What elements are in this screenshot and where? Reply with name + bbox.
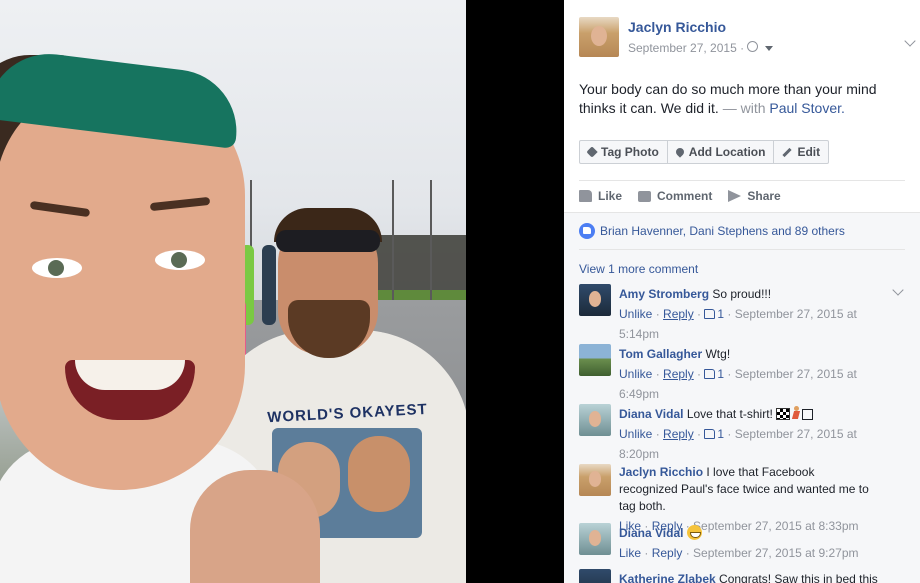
tag-icon <box>586 146 598 158</box>
comment-timestamp[interactable]: September 27, 2015 at 9:27pm <box>693 546 858 560</box>
pencil-icon <box>782 147 793 157</box>
comment-body: Diana Vidal Love that t-shirt! Unlike · … <box>619 404 869 464</box>
thumbs-up-icon <box>704 369 716 379</box>
post-author[interactable]: Jaclyn Ricchio <box>628 19 726 35</box>
likes-summary[interactable]: Brian Havenner, Dani Stephens and 89 oth… <box>579 223 845 239</box>
view-more-comments-link[interactable]: View 1 more comment <box>579 262 698 276</box>
post-caption: Your body can do so much more than your … <box>579 80 899 118</box>
grinning-emoji-icon <box>686 525 702 540</box>
divider <box>579 180 905 181</box>
location-pin-icon <box>674 146 686 158</box>
comment-text: Congrats! Saw this in bed this <box>719 572 878 583</box>
like-label: Like <box>598 189 623 203</box>
likes-summary-text: Brian Havenner, Dani Stephens and 89 oth… <box>600 224 845 238</box>
comment-author[interactable]: Amy Stromberg <box>619 287 709 301</box>
share-arrow-icon <box>728 190 742 202</box>
comment-meta: Unlike · Reply · 1 · September 27, 2015 … <box>619 367 857 401</box>
like-button[interactable]: Like <box>579 187 622 205</box>
reactions-and-comments: Brian Havenner, Dani Stephens and 89 oth… <box>564 212 920 583</box>
add-location-button[interactable]: Add Location <box>668 141 775 163</box>
shirt-face <box>348 436 410 512</box>
runner-emoji-icon <box>790 406 802 420</box>
add-location-label: Add Location <box>688 145 766 159</box>
comment-like-count[interactable]: 1 <box>704 307 724 321</box>
comment-text: Wtg! <box>705 347 731 361</box>
share-button[interactable]: Share <box>728 187 781 205</box>
post-header: Jaclyn Ricchio September 27, 2015 · <box>579 17 916 59</box>
woman-shoulder <box>190 470 320 583</box>
commenter-avatar[interactable] <box>579 404 611 436</box>
tag-photo-button[interactable]: Tag Photo <box>580 141 668 163</box>
comment-text: Love that t-shirt! <box>686 407 773 421</box>
tagged-person-link[interactable]: Paul Stover. <box>769 100 845 116</box>
photo-actions-bar: Tag Photo Add Location Edit <box>579 140 830 164</box>
comment-unlike-link[interactable]: Unlike <box>619 427 652 441</box>
comment-text: So proud!!! <box>712 287 772 301</box>
thumbs-up-icon <box>704 309 716 319</box>
comment-unlike-link[interactable]: Unlike <box>619 307 652 321</box>
comment-like-count[interactable]: 1 <box>704 427 724 441</box>
divider <box>579 249 905 250</box>
comment-timestamp[interactable]: September 27, 2015 at 6:49pm <box>619 367 857 401</box>
photo-pole <box>430 180 432 300</box>
comment-like-count[interactable]: 1 <box>704 367 724 381</box>
man-headband <box>276 230 380 252</box>
comment-body: Amy Stromberg So proud!!! Unlike · Reply… <box>619 284 869 344</box>
tag-photo-label: Tag Photo <box>601 145 659 159</box>
photo-letterbox <box>466 0 564 583</box>
photo-runner <box>262 245 276 325</box>
post-options-chevron-icon[interactable] <box>904 35 916 47</box>
comment-timestamp[interactable]: September 27, 2015 at 5:14pm <box>619 307 857 341</box>
comment-reply-link[interactable]: Reply <box>663 427 694 441</box>
commenter-avatar[interactable] <box>579 284 611 316</box>
share-label: Share <box>747 189 781 203</box>
comment-meta: Unlike · Reply · 1 · September 27, 2015 … <box>619 427 857 461</box>
comment-author[interactable]: Jaclyn Ricchio <box>619 465 703 479</box>
unknown-glyph-box-icon <box>802 409 814 420</box>
comment-author[interactable]: Diana Vidal <box>619 407 683 421</box>
comment-reply-link[interactable]: Reply <box>663 307 694 321</box>
post-side-panel: Jaclyn Ricchio September 27, 2015 · Your… <box>564 0 920 583</box>
comment-author[interactable]: Katherine Zlabek <box>619 572 716 583</box>
comment-bubble-icon <box>638 190 652 202</box>
commenter-avatar[interactable] <box>579 344 611 376</box>
comment-timestamp[interactable]: September 27, 2015 at 8:20pm <box>619 427 857 461</box>
comment-author[interactable]: Diana Vidal <box>619 526 683 540</box>
post-photo[interactable]: WORLD'S OKAYEST <box>0 0 466 583</box>
woman-eye <box>32 258 82 278</box>
comment-like-link[interactable]: Like <box>619 546 641 560</box>
like-reaction-icon <box>579 223 595 239</box>
comment-meta: Unlike · Reply · 1 · September 27, 2015 … <box>619 307 857 341</box>
comment-label: Comment <box>657 189 713 203</box>
thumbs-up-icon <box>579 190 592 202</box>
comment-reply-link[interactable]: Reply <box>652 546 683 560</box>
thumbs-up-icon <box>704 429 716 439</box>
comment-body: Diana Vidal Like · Reply · September 27,… <box>619 523 869 563</box>
privacy-caret-icon[interactable] <box>765 46 773 51</box>
globe-icon[interactable] <box>747 41 758 52</box>
comment-body: Katherine Zlabek Congrats! Saw this in b… <box>619 569 889 583</box>
post-actions: Like Comment Share <box>579 187 797 205</box>
comment-meta: Like · Reply · September 27, 2015 at 9:2… <box>619 546 859 560</box>
comment-unlike-link[interactable]: Unlike <box>619 367 652 381</box>
checkered-flag-emoji-icon <box>776 408 791 420</box>
commenter-avatar[interactable] <box>579 523 611 555</box>
comment-body: Tom Gallagher Wtg! Unlike · Reply · 1 · … <box>619 344 869 404</box>
post-date[interactable]: September 27, 2015 · <box>628 41 744 55</box>
edit-button[interactable]: Edit <box>774 141 828 163</box>
comment-button[interactable]: Comment <box>638 187 712 205</box>
with-label: — with <box>722 100 766 116</box>
comment-author[interactable]: Tom Gallagher <box>619 347 702 361</box>
author-avatar[interactable] <box>579 17 619 57</box>
commenter-avatar[interactable] <box>579 464 611 496</box>
comment-reply-link[interactable]: Reply <box>663 367 694 381</box>
commenter-avatar[interactable] <box>579 569 611 583</box>
comment-options-chevron-icon[interactable] <box>892 284 904 296</box>
woman-eye <box>155 250 205 270</box>
edit-label: Edit <box>797 145 821 159</box>
photo-pole <box>392 180 394 300</box>
